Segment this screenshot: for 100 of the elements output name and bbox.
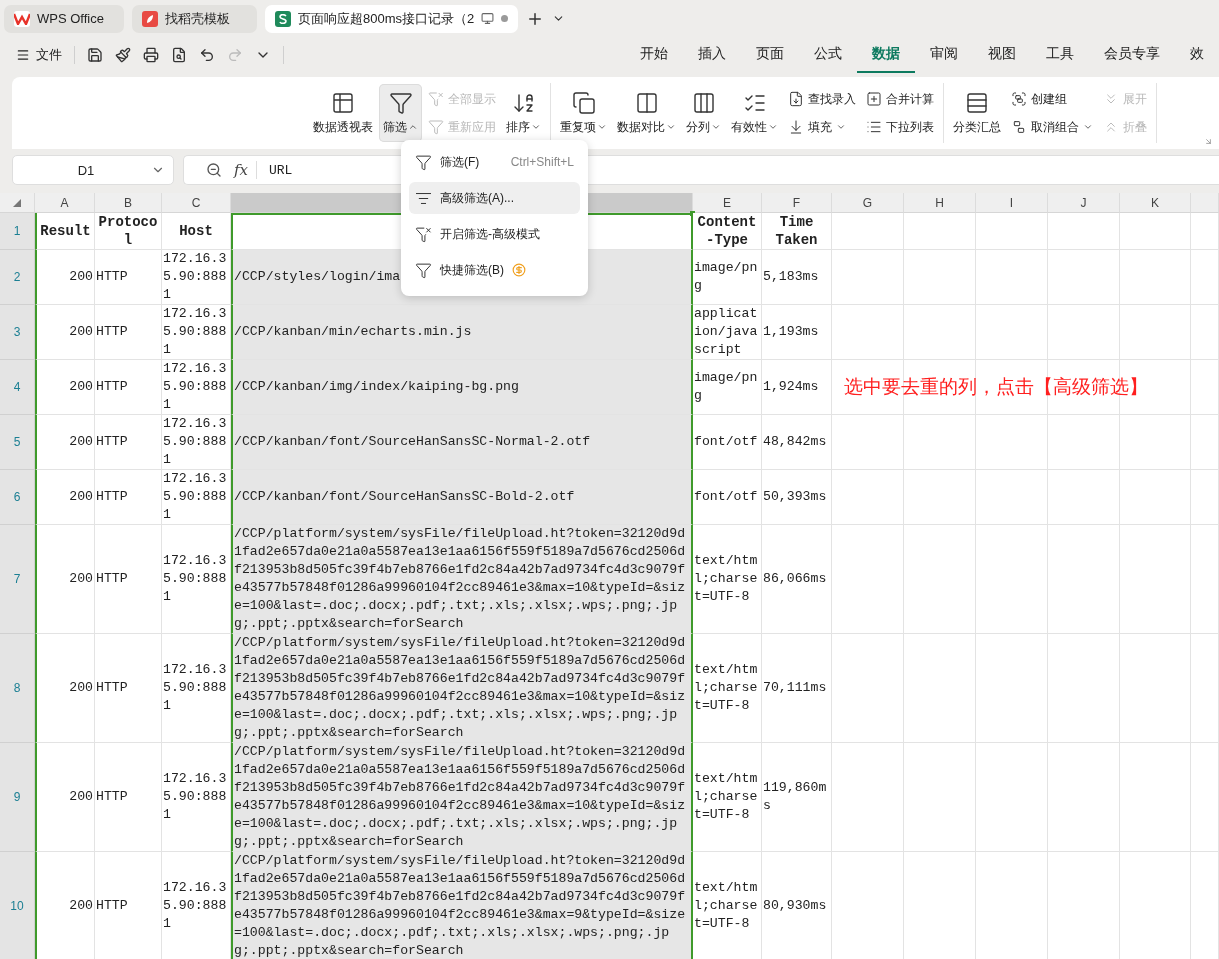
row-number[interactable]: 5: [0, 415, 35, 470]
ribbon-button[interactable]: 合并计算: [864, 87, 936, 111]
print-icon[interactable]: [143, 47, 159, 63]
time-taken-cell: 1,924ms: [762, 360, 832, 415]
document-tab[interactable]: WPS Office: [4, 4, 124, 33]
url-cell: /CCP/platform/system/sysFile/fileUpload.ht?token=32120d9d1fad2e657da0e21a0a5587ea13e1aa6156f559f5189a7d5676cd2506df213953b8d505fc39f4b7eb8766e1fd2c84a42b7ad9734fc4d3c9079fe43577b57848f01286a99960104f2cc89461e3&max=9&typeId=&size=100&last=.doc;.docx;.pdf;.txt;.xls;.xlsx;.wps;.png;.jpg;.ppt;.pptx&search=forSearch: [231, 852, 693, 959]
ribbon-button[interactable]: 查找录入: [786, 87, 858, 111]
column-header-cell: Protocol: [95, 213, 162, 250]
content-type-cell: application/javascript: [693, 305, 762, 360]
row-number[interactable]: 10: [0, 852, 35, 959]
ribbon-button[interactable]: 有效性: [727, 84, 782, 142]
table-cell: [904, 470, 976, 525]
ribbon-button[interactable]: 数据对比: [613, 84, 680, 142]
time-taken-cell: 80,930ms: [762, 852, 832, 959]
ungroup-icon: [1011, 119, 1027, 135]
protocol-cell: HTTP: [95, 743, 162, 852]
name-box[interactable]: D1: [12, 155, 174, 185]
column-header[interactable]: E: [693, 193, 762, 213]
ribbon-tab[interactable]: 插入: [683, 37, 741, 73]
ribbon-button[interactable]: 筛选: [379, 84, 422, 142]
print-preview-icon[interactable]: [171, 47, 187, 63]
column-header-cell: Result: [35, 213, 95, 250]
ribbon-tab[interactable]: 工具: [1031, 37, 1089, 73]
column-header[interactable]: G: [832, 193, 904, 213]
row-number[interactable]: 8: [0, 634, 35, 743]
rows-icon: [965, 90, 989, 115]
time-taken-cell: 48,842ms: [762, 415, 832, 470]
caret-icon: [768, 122, 778, 132]
unsaved-dot-icon: [501, 15, 509, 22]
column-header[interactable]: C: [162, 193, 231, 213]
zoom-out-icon[interactable]: [206, 162, 222, 178]
protocol-cell: HTTP: [95, 525, 162, 634]
column-header[interactable]: J: [1048, 193, 1120, 213]
leaf-logo-icon: [142, 10, 158, 27]
column-header[interactable]: F: [762, 193, 832, 213]
ribbon-button[interactable]: 填充: [786, 115, 858, 139]
save-icon[interactable]: [87, 47, 103, 63]
function-label[interactable]: fx: [234, 161, 257, 179]
table-cell: [1191, 470, 1219, 525]
document-tab[interactable]: 找稻壳模板: [132, 4, 257, 33]
caret-icon: [666, 122, 676, 132]
undo-icon[interactable]: [199, 47, 215, 63]
ribbon-button[interactable]: 分类汇总: [949, 84, 1005, 142]
ribbon-tab[interactable]: 视图: [973, 37, 1031, 73]
ribbon-tab[interactable]: 审阅: [915, 37, 973, 73]
ribbon-tab[interactable]: 会员专享: [1089, 37, 1175, 73]
coin-icon: [512, 263, 526, 277]
content-type-cell: font/otf: [693, 415, 762, 470]
ribbon-button[interactable]: 排序: [502, 84, 545, 142]
time-taken-cell: 1,193ms: [762, 305, 832, 360]
row-number[interactable]: 2: [0, 250, 35, 305]
brush-icon[interactable]: [115, 47, 131, 63]
table-cell: [976, 415, 1048, 470]
protocol-cell: HTTP: [95, 634, 162, 743]
select-all-icon[interactable]: [13, 198, 21, 207]
result-cell: 200: [35, 470, 95, 525]
row-number[interactable]: 9: [0, 743, 35, 852]
ribbon-tab[interactable]: 公式: [799, 37, 857, 73]
column-header[interactable]: B: [95, 193, 162, 213]
column-header[interactable]: K: [1120, 193, 1191, 213]
ribbon-button[interactable]: 创建组: [1009, 87, 1095, 111]
document-tab[interactable]: 页面响应超800ms接口记录（2: [265, 4, 519, 33]
host-cell: 172.16.35.90:8881: [162, 360, 231, 415]
ribbon-button[interactable]: 分列: [682, 84, 725, 142]
row-number[interactable]: 4: [0, 360, 35, 415]
ribbon-button[interactable]: 数据透视表: [309, 84, 377, 142]
file-menu-button[interactable]: 文件: [16, 46, 62, 64]
content-type-cell: text/html;charset=UTF-8: [693, 525, 762, 634]
ribbon-button[interactable]: 下拉列表: [864, 115, 936, 139]
funnel-icon: [415, 153, 432, 171]
ribbon-tab[interactable]: 效: [1175, 37, 1219, 73]
row-number[interactable]: 3: [0, 305, 35, 360]
table-cell: [1120, 470, 1191, 525]
ribbon-button[interactable]: 取消组合: [1009, 115, 1095, 139]
host-cell: 172.16.35.90:8881: [162, 415, 231, 470]
url-cell: /CCP/kanban/font/SourceHanSansSC-Bold-2.otf: [231, 470, 693, 525]
row-number[interactable]: 6: [0, 470, 35, 525]
ribbon-tab[interactable]: 数据: [857, 37, 915, 73]
ribbon-button[interactable]: 重复项: [556, 84, 611, 142]
ribbon-tab[interactable]: 开始: [625, 37, 683, 73]
menu-item[interactable]: 高级筛选(A)...: [409, 182, 580, 214]
split-columns-icon: [691, 90, 716, 115]
column-header[interactable]: I: [976, 193, 1048, 213]
row-number[interactable]: 1: [0, 213, 35, 250]
table-cell: [1048, 250, 1120, 305]
row-number[interactable]: 7: [0, 525, 35, 634]
menu-item[interactable]: 快捷筛选(B): [409, 254, 580, 286]
document-download-icon: [788, 91, 804, 107]
column-header[interactable]: A: [35, 193, 95, 213]
host-cell: 172.16.35.90:8881: [162, 634, 231, 743]
menu-item[interactable]: 开启筛选-高级模式: [409, 218, 580, 250]
table-cell: [1120, 250, 1191, 305]
table-cell: [904, 305, 976, 360]
result-cell: 200: [35, 743, 95, 852]
table-cell: [832, 213, 904, 250]
ribbon-tab[interactable]: 页面: [741, 37, 799, 73]
monitor-icon[interactable]: [481, 12, 495, 25]
column-header[interactable]: H: [904, 193, 976, 213]
result-cell: 200: [35, 250, 95, 305]
time-taken-cell: 50,393ms: [762, 470, 832, 525]
